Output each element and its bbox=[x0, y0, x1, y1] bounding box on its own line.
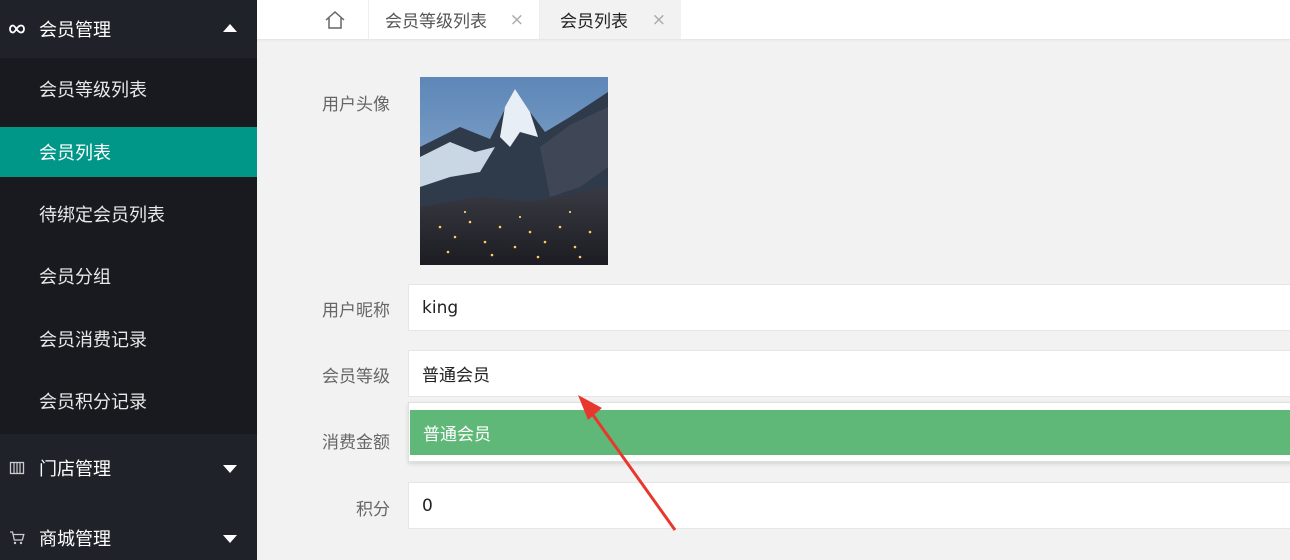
points-label: 积分 bbox=[356, 500, 390, 520]
tabs-bar: 会员等级列表 × 会员列表 × bbox=[257, 0, 1290, 40]
points-value: 0 bbox=[422, 495, 433, 516]
cart-icon bbox=[8, 529, 26, 547]
chevron-down-icon bbox=[223, 465, 237, 473]
dropdown-option-regular-member[interactable]: 普通会员 bbox=[410, 410, 1290, 455]
sidebar-group-label: 商城管理 bbox=[39, 529, 111, 550]
tab-member-level-list[interactable]: 会员等级列表 × bbox=[368, 0, 540, 39]
close-icon[interactable]: × bbox=[510, 10, 524, 30]
dropdown-option-label: 普通会员 bbox=[423, 425, 491, 445]
level-label: 会员等级 bbox=[322, 367, 390, 387]
sidebar-item-label: 会员分组 bbox=[39, 267, 111, 288]
sidebar-item-member-level-list[interactable]: 会员等级列表 bbox=[0, 64, 257, 114]
avatar[interactable] bbox=[420, 77, 608, 265]
sidebar-group-store[interactable]: 门店管理 bbox=[0, 440, 257, 496]
sidebar-group-member[interactable]: 会员管理 bbox=[0, 0, 257, 58]
member-level-select[interactable]: 普通会员 bbox=[408, 350, 1290, 397]
points-field[interactable]: 0 bbox=[408, 482, 1290, 529]
close-icon[interactable]: × bbox=[652, 10, 666, 30]
nickname-value: king bbox=[422, 297, 459, 318]
store-icon bbox=[8, 459, 26, 477]
member-level-value: 普通会员 bbox=[422, 366, 490, 386]
sidebar: 会员管理 会员等级列表 会员列表 待绑定会员列表 会员分组 会员消费记录 会员积… bbox=[0, 0, 257, 560]
sidebar-item-points-records[interactable]: 会员积分记录 bbox=[0, 376, 257, 426]
sidebar-group-label: 会员管理 bbox=[39, 20, 111, 41]
chevron-down-icon bbox=[223, 535, 237, 543]
nickname-label: 用户昵称 bbox=[322, 301, 390, 321]
avatar-label: 用户头像 bbox=[322, 95, 390, 115]
sidebar-item-consumption-records[interactable]: 会员消费记录 bbox=[0, 314, 257, 364]
amount-label: 消费金额 bbox=[322, 433, 390, 453]
sidebar-item-label: 会员消费记录 bbox=[39, 330, 147, 351]
tab-label: 会员等级列表 bbox=[385, 12, 487, 32]
sidebar-item-member-groups[interactable]: 会员分组 bbox=[0, 251, 257, 301]
nickname-field[interactable]: king bbox=[408, 284, 1290, 331]
sidebar-item-label: 会员列表 bbox=[39, 143, 111, 164]
sidebar-item-pending-binding[interactable]: 待绑定会员列表 bbox=[0, 189, 257, 239]
sidebar-submenu: 会员等级列表 会员列表 待绑定会员列表 会员分组 会员消费记录 会员积分记录 bbox=[0, 58, 257, 434]
infinity-icon bbox=[8, 20, 26, 38]
sidebar-group-mall[interactable]: 商城管理 bbox=[0, 510, 257, 560]
home-icon[interactable] bbox=[315, 0, 355, 40]
sidebar-item-label: 会员积分记录 bbox=[39, 392, 147, 413]
tab-member-list[interactable]: 会员列表 × bbox=[540, 0, 681, 39]
sidebar-item-label: 待绑定会员列表 bbox=[39, 205, 165, 226]
member-level-dropdown: 普通会员 bbox=[408, 402, 1290, 462]
tab-label: 会员列表 bbox=[560, 12, 628, 32]
sidebar-group-label: 门店管理 bbox=[39, 459, 111, 480]
sidebar-item-member-list[interactable]: 会员列表 bbox=[0, 127, 257, 177]
sidebar-item-label: 会员等级列表 bbox=[39, 80, 147, 101]
chevron-up-icon bbox=[223, 24, 237, 32]
